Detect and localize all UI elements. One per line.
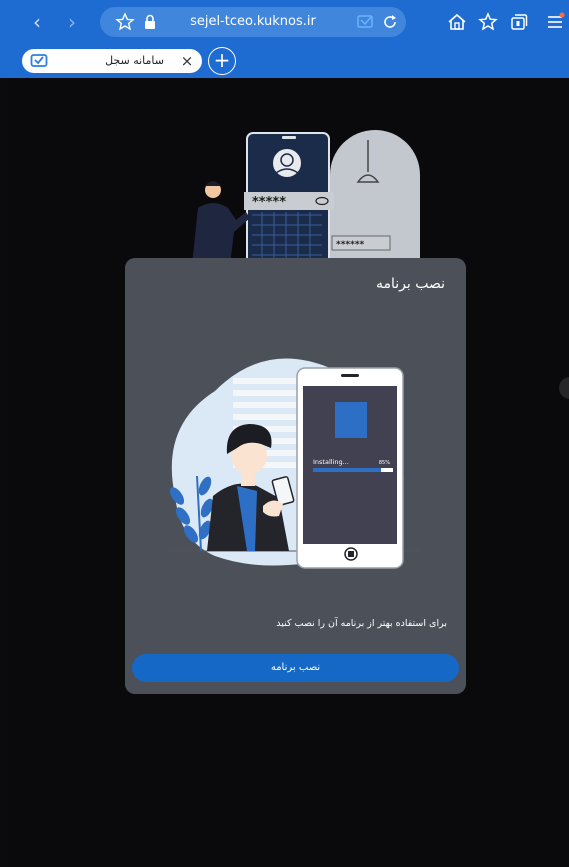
tabs-icon[interactable] [508, 11, 530, 33]
password-mask: ***** [252, 195, 286, 210]
dialog-description: برای استفاده بهتر از برنامه آن را نصب کن… [276, 618, 447, 629]
close-tab-icon[interactable]: × [177, 49, 197, 73]
back-button[interactable]: ‹ [25, 10, 49, 34]
install-progress-fill [313, 468, 381, 472]
browser-bar: ‹ › sejel-tceo.kuknos.ir سامانه سجل × + [0, 0, 569, 78]
dialog-title: نصب برنامه [375, 276, 445, 292]
install-dialog: نصب برنامه Installing... 85% برای استفاد… [125, 258, 466, 694]
forward-button[interactable]: › [60, 10, 84, 34]
home-icon[interactable] [446, 11, 468, 33]
installing-status: Installing... [313, 458, 349, 466]
reload-icon[interactable] [380, 12, 400, 32]
browser-toolbar: ‹ › sejel-tceo.kuknos.ir [0, 0, 569, 44]
install-illustration: Installing... 85% [169, 358, 420, 569]
address-bar[interactable]: sejel-tceo.kuknos.ir [100, 7, 406, 37]
tab-title: سامانه سجل [105, 54, 164, 67]
menu-icon[interactable] [544, 11, 566, 33]
tab-strip: سامانه سجل × + [0, 44, 569, 78]
new-tab-button[interactable]: + [208, 47, 236, 75]
pin-mask: ****** [336, 240, 365, 250]
lock-icon [145, 14, 155, 29]
tab-sejel[interactable]: سامانه سجل × [22, 49, 202, 73]
install-app-button[interactable]: نصب برنامه [132, 654, 459, 682]
favorites-icon[interactable] [477, 11, 499, 33]
site-app-icon[interactable] [355, 12, 375, 32]
site-favicon-icon [30, 54, 48, 67]
installing-percent: 85% [379, 460, 390, 466]
login-illustration: ***** ****** [192, 130, 420, 265]
bookmark-star-icon[interactable] [115, 12, 135, 32]
